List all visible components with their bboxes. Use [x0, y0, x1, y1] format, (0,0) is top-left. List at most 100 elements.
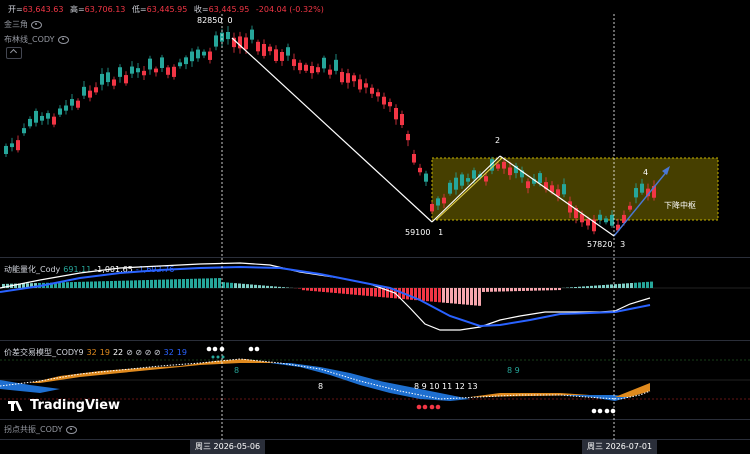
momentum-bar — [338, 288, 341, 294]
momentum-histogram — [2, 278, 653, 306]
tradingview-logo[interactable]: TradingView — [8, 398, 120, 413]
indicator-resonance[interactable]: 拐点共振_CODY — [4, 424, 77, 435]
momentum-bar — [70, 282, 73, 288]
momentum-bar — [150, 279, 153, 288]
red-dots-bottom — [416, 404, 441, 410]
momentum-bar — [430, 288, 433, 302]
momentum-bar — [450, 288, 453, 304]
price-chart[interactable] — [0, 14, 750, 256]
momentum-bar — [538, 288, 541, 291]
candle-body — [322, 57, 326, 69]
candle-body — [304, 64, 308, 71]
momentum-bar — [102, 281, 105, 288]
momentum-bar — [550, 288, 553, 291]
date-label-2: 周三 2026-07-01 — [582, 440, 658, 454]
momentum-bar — [254, 284, 257, 288]
momentum-chart[interactable] — [0, 258, 750, 340]
candle-body — [310, 66, 314, 74]
momentum-bar — [578, 286, 581, 288]
candle-body — [406, 134, 410, 141]
candle-body — [292, 59, 296, 66]
momentum-bar — [134, 280, 137, 288]
momentum-bar — [190, 278, 193, 288]
momentum-bar — [174, 279, 177, 288]
momentum-bar — [222, 282, 225, 288]
momentum-bar — [470, 288, 473, 306]
candle-body — [466, 178, 470, 182]
candle-body — [454, 177, 458, 190]
momentum-bar — [230, 282, 233, 288]
momentum-bar — [506, 288, 509, 292]
momentum-bar — [170, 279, 173, 288]
momentum-bar — [130, 280, 133, 288]
momentum-bar — [634, 282, 637, 288]
candle-body — [172, 66, 176, 77]
momentum-bar — [598, 285, 601, 288]
momentum-bar — [490, 288, 493, 292]
wave4-annotation: 4 — [643, 168, 649, 177]
low1-annotation: 59100 1 — [405, 228, 444, 237]
candle-body — [568, 201, 572, 213]
momentum-bar — [266, 285, 269, 288]
pane-divider[interactable] — [0, 419, 750, 420]
momentum-bar — [318, 288, 321, 292]
momentum-bar — [270, 286, 273, 288]
candle-body — [364, 83, 368, 88]
candle-body — [502, 161, 506, 169]
momentum-bar — [66, 282, 69, 288]
candle-body — [280, 52, 284, 61]
momentum-bar — [90, 281, 93, 288]
momentum-bar — [502, 288, 505, 292]
momentum-bar — [78, 281, 81, 288]
momentum-bar — [510, 288, 513, 292]
momentum-bar — [358, 288, 361, 296]
candle-body — [28, 118, 32, 127]
candle-body — [400, 114, 404, 125]
tradingview-logo-icon — [8, 400, 26, 411]
momentum-bar — [226, 282, 229, 288]
momentum-bar — [106, 281, 109, 288]
momentum-bar — [558, 288, 561, 291]
momentum-bar — [466, 288, 469, 305]
momentum-bar — [542, 288, 545, 291]
momentum-bar — [262, 285, 265, 288]
candle-body — [358, 79, 362, 90]
momentum-bar — [278, 286, 281, 288]
date-label-1: 周三 2026-05-06 — [190, 440, 266, 454]
momentum-bar — [258, 285, 261, 288]
momentum-bar — [618, 283, 621, 288]
eye-icon[interactable] — [65, 425, 77, 434]
white-dots-bottom — [591, 408, 616, 414]
open-value: 63,643.63 — [22, 5, 64, 14]
momentum-bar — [590, 285, 593, 288]
momentum-bar — [374, 288, 377, 297]
wave-line-0-1 — [231, 37, 433, 223]
candle-body — [430, 204, 434, 212]
momentum-bar — [194, 278, 197, 288]
momentum-bar — [378, 288, 381, 297]
candle-body — [346, 73, 350, 83]
change-value: -204.04 (-0.32%) — [255, 5, 324, 14]
candle-body — [496, 164, 500, 169]
momentum-bar — [82, 281, 85, 288]
candle-body — [562, 184, 566, 195]
momentum-bar — [202, 278, 205, 288]
candle-body — [34, 110, 38, 123]
candle-body — [460, 174, 464, 186]
candle-body — [388, 102, 392, 107]
momentum-bar — [438, 288, 441, 303]
momentum-bar — [586, 286, 589, 288]
momentum-bar — [274, 286, 277, 288]
momentum-bar — [334, 288, 337, 294]
close-value: 63,445.95 — [208, 5, 250, 14]
candle-body — [100, 73, 104, 85]
momentum-bar — [594, 285, 597, 288]
momentum-bar — [110, 281, 113, 288]
momentum-bar — [286, 287, 289, 288]
candle-body — [376, 92, 380, 97]
momentum-bar — [238, 283, 241, 288]
momentum-bar — [498, 288, 501, 292]
candle-body — [262, 44, 266, 56]
candle-body — [448, 182, 452, 194]
candle-body — [118, 67, 122, 77]
